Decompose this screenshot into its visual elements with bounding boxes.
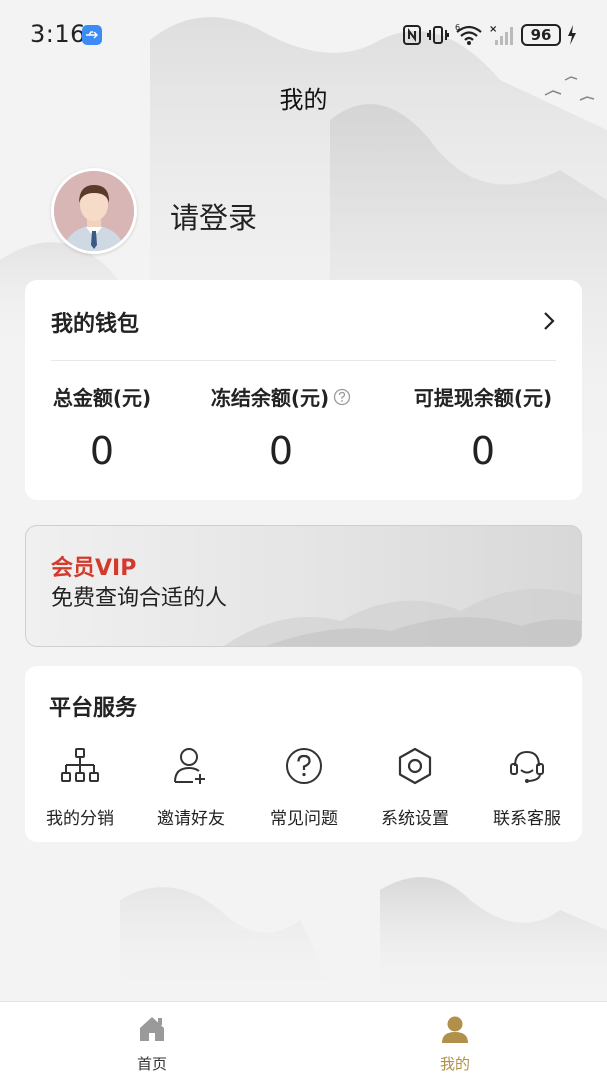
services-title: 平台服务 [49, 696, 138, 721]
svg-text:×: × [489, 24, 497, 35]
service-label: 我的分销 [46, 809, 114, 829]
wallet-frozen-label: 冻结余额(元) [210, 386, 330, 410]
charging-icon [568, 25, 576, 45]
tab-home-label: 首页 [136, 1055, 167, 1073]
nfc-icon [403, 25, 421, 45]
wallet-withdrawable-label: 可提现余额(元) [413, 386, 553, 410]
user-icon [442, 1016, 468, 1043]
signal-icon: × [489, 24, 513, 45]
tab-mine[interactable]: 我的 [355, 1002, 555, 1080]
question-circle-icon [286, 748, 322, 784]
vip-banner[interactable]: 会员VIP 免费查询合适的人 [25, 525, 582, 647]
service-faq[interactable]: 常见问题 [254, 744, 354, 829]
user-avatar-icon[interactable] [51, 168, 137, 254]
wallet-title: 我的钱包 [51, 312, 140, 337]
bottom-tab-bar: 首页 我的 [0, 1001, 607, 1080]
home-icon [140, 1017, 164, 1041]
service-system-settings[interactable]: 系统设置 [365, 744, 465, 829]
login-prompt[interactable]: 请登录 [170, 195, 257, 237]
vip-banner-landscape [224, 588, 581, 646]
wallet-frozen-value: 0 [268, 429, 294, 473]
status-icons: 6 × 96 [403, 22, 577, 48]
service-contact-support[interactable]: 联系客服 [477, 744, 577, 829]
vip-subtitle: 免费查询合适的人 [51, 586, 228, 611]
wallet-divider [51, 360, 556, 361]
service-my-distribution[interactable]: 我的分销 [30, 744, 130, 829]
battery-icon: 96 [521, 24, 561, 46]
usb-icon [82, 25, 102, 45]
wallet-total-value: 0 [89, 429, 115, 473]
tab-home[interactable]: 首页 [52, 1002, 252, 1080]
wallet-frozen: 冻结余额(元) 0 [197, 382, 365, 473]
wallet-total: 总金额(元) 0 [41, 382, 163, 473]
org-chart-icon [61, 748, 99, 782]
tab-mine-label: 我的 [439, 1055, 470, 1073]
service-label: 邀请好友 [157, 809, 225, 829]
add-user-icon [174, 748, 205, 784]
service-invite-friends[interactable]: 邀请好友 [141, 744, 241, 829]
wallet-card[interactable]: 我的钱包 总金额(元) 0 冻结余额(元) 0 可提现余额(元) 0 [25, 280, 582, 500]
wifi-icon: 6 [455, 24, 482, 45]
services-card: 平台服务 我的分销 邀请好友 常见问题 系统设置 联系客服 [25, 666, 582, 842]
wallet-withdrawable-value: 0 [470, 429, 496, 473]
status-bar: 3:16 6 × 96 [0, 0, 607, 70]
page-title: 我的 [279, 86, 328, 114]
vip-title: 会员VIP [51, 556, 137, 581]
service-label: 联系客服 [493, 809, 561, 829]
wallet-total-label: 总金额(元) [52, 386, 152, 410]
settings-hexagon-icon [398, 747, 432, 785]
service-label: 系统设置 [381, 809, 449, 829]
chevron-right-icon[interactable] [542, 310, 556, 332]
wallet-withdrawable: 可提现余额(元) 0 [403, 382, 563, 473]
svg-text:6: 6 [455, 24, 460, 32]
service-label: 常见问题 [270, 809, 338, 829]
headset-icon [510, 750, 544, 783]
help-circle-icon[interactable] [333, 388, 351, 406]
vibrate-icon [427, 26, 449, 44]
status-time: 3:16 [30, 20, 86, 48]
